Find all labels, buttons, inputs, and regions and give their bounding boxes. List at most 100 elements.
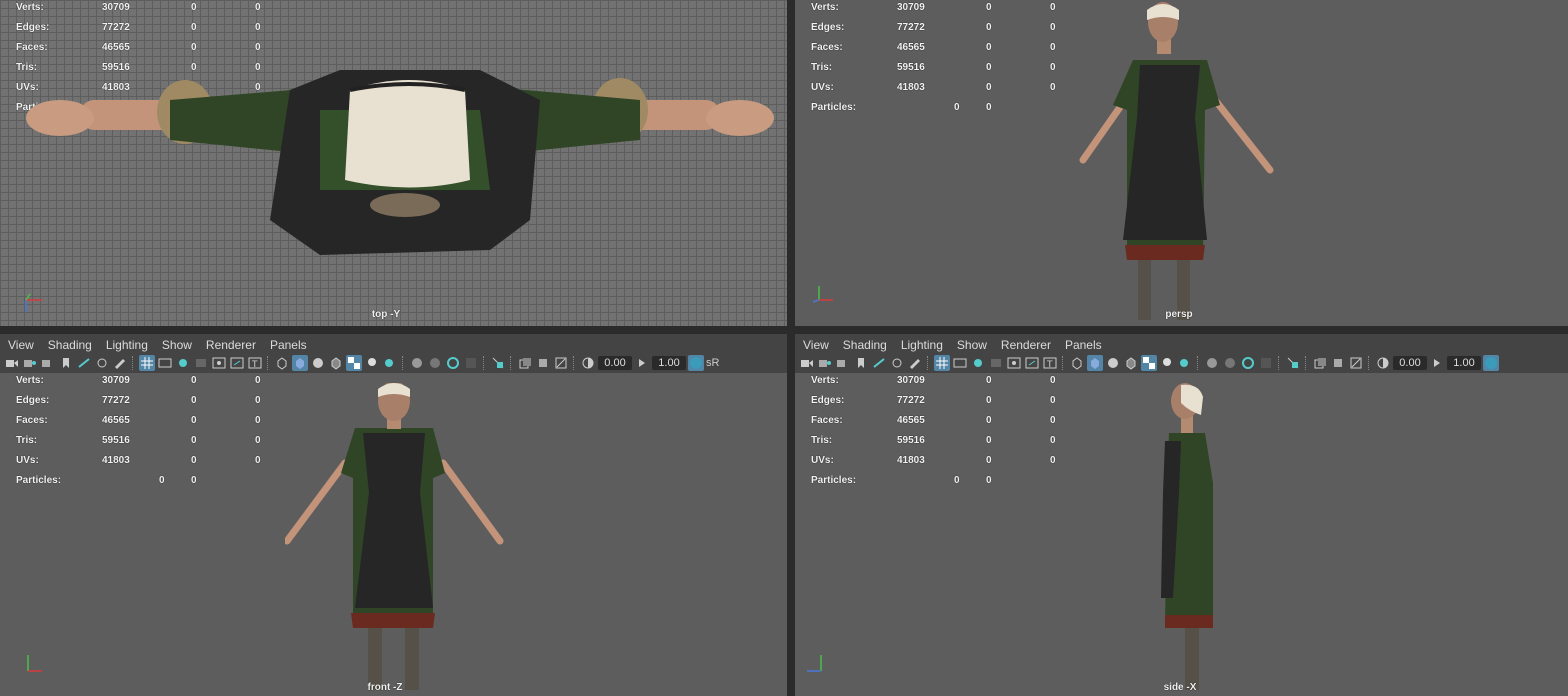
menu-lighting[interactable]: Lighting [901, 338, 943, 352]
grease-pencil-icon[interactable] [112, 355, 128, 371]
isolate-icon[interactable] [490, 355, 506, 371]
resolution-gate-icon[interactable] [970, 355, 986, 371]
character-front-view[interactable] [285, 383, 505, 696]
depth-of-field-icon[interactable] [463, 355, 479, 371]
xray-icon[interactable] [517, 355, 533, 371]
wireframe-cube-icon[interactable] [274, 355, 290, 371]
exposure-field[interactable]: 0.00 [598, 355, 632, 370]
gate-mask-icon[interactable] [193, 355, 209, 371]
camera-label-front: front -Z [367, 682, 403, 693]
color-manage-icon[interactable] [688, 354, 704, 371]
safe-title-icon[interactable]: T [1042, 355, 1058, 371]
light-icon[interactable] [1159, 355, 1175, 371]
axis-gizmo [807, 655, 822, 672]
wireframe-on-shaded-icon[interactable] [328, 355, 344, 371]
multisample-aa-icon[interactable] [445, 355, 461, 371]
two-d-pan-icon[interactable] [889, 355, 905, 371]
xray-icon[interactable] [1312, 355, 1328, 371]
wireframe-on-shaded-icon[interactable] [1123, 355, 1139, 371]
shadow-icon[interactable] [1177, 355, 1193, 371]
toolbar-separator [1368, 355, 1371, 370]
color-manage-icon[interactable] [1483, 354, 1499, 371]
exposure-field[interactable]: 0.00 [1393, 355, 1427, 370]
exposure-icon[interactable] [1375, 355, 1391, 371]
camera-attributes-icon[interactable] [22, 355, 38, 371]
camera-attributes-icon[interactable] [817, 355, 833, 371]
menu-panels[interactable]: Panels [1065, 338, 1102, 352]
motion-blur-icon[interactable] [1222, 355, 1238, 371]
gamma-field[interactable]: 1.00 [1447, 355, 1481, 370]
menu-shading[interactable]: Shading [843, 338, 887, 352]
exposure-icon[interactable] [580, 355, 596, 371]
panel-toolbar-side: T 0.00 1.00 [795, 352, 1568, 374]
toolbar-separator [483, 355, 486, 370]
textured-icon[interactable] [346, 354, 362, 371]
axis-gizmo [812, 286, 833, 303]
camera-icon[interactable] [799, 355, 815, 371]
depth-of-field-icon[interactable] [1258, 355, 1274, 371]
menu-renderer[interactable]: Renderer [206, 338, 256, 352]
multisample-aa-icon[interactable] [1240, 355, 1256, 371]
grid-icon[interactable] [934, 354, 950, 371]
character-side-view[interactable] [1155, 383, 1225, 696]
resolution-gate-icon[interactable] [175, 355, 191, 371]
xray-components-icon[interactable] [553, 355, 569, 371]
smooth-shade-icon[interactable] [292, 354, 308, 371]
viewport-top[interactable]: Verts: 30709 0 0 Edges: 77272 0 0 Faces: 46565 0… [0, 0, 787, 326]
menu-renderer[interactable]: Renderer [1001, 338, 1051, 352]
camera-icon[interactable] [4, 355, 20, 371]
image-plane-icon[interactable] [76, 355, 92, 371]
menu-lighting[interactable]: Lighting [106, 338, 148, 352]
textured-icon[interactable] [1141, 354, 1157, 371]
bookmark-icon[interactable] [853, 355, 869, 371]
toolbar-separator [1305, 355, 1308, 370]
safe-title-icon[interactable]: T [247, 355, 263, 371]
field-chart-icon[interactable] [211, 355, 227, 371]
wireframe-cube-icon[interactable] [1069, 355, 1085, 371]
menu-show[interactable]: Show [957, 338, 987, 352]
xray-joints-icon[interactable] [1330, 355, 1346, 371]
gate-mask-icon[interactable] [988, 355, 1004, 371]
motion-blur-icon[interactable] [427, 355, 443, 371]
gamma-icon[interactable] [1429, 355, 1445, 371]
field-chart-icon[interactable] [1006, 355, 1022, 371]
smooth-shade-icon[interactable] [1087, 354, 1103, 371]
character-top-view[interactable] [20, 60, 780, 270]
axis-gizmo [25, 293, 42, 312]
toolbar-separator [402, 355, 405, 370]
ambient-occlusion-icon[interactable] [409, 355, 425, 371]
menu-shading[interactable]: Shading [48, 338, 92, 352]
gamma-field[interactable]: 1.00 [652, 355, 686, 370]
image-plane-icon[interactable] [871, 355, 887, 371]
two-d-pan-icon[interactable] [94, 355, 110, 371]
light-icon[interactable] [364, 355, 380, 371]
gamma-icon[interactable] [634, 355, 650, 371]
xray-components-icon[interactable] [1348, 355, 1364, 371]
safe-action-icon[interactable] [229, 355, 245, 371]
toolbar-separator [1278, 355, 1281, 370]
toolbar-separator [927, 355, 930, 370]
character-persp-view[interactable] [1075, 0, 1275, 326]
film-gate-icon[interactable] [952, 355, 968, 371]
isolate-icon[interactable] [1285, 355, 1301, 371]
camera-lock-icon[interactable] [40, 355, 56, 371]
xray-joints-icon[interactable] [535, 355, 551, 371]
grease-pencil-icon[interactable] [907, 355, 923, 371]
default-material-icon[interactable] [1105, 355, 1121, 371]
menu-view[interactable]: View [803, 338, 829, 352]
shadow-icon[interactable] [382, 355, 398, 371]
viewport-persp[interactable]: Verts: 30709 0 0 Edges: 77272 0 0 Faces: 46565 0… [795, 0, 1568, 326]
menu-panels[interactable]: Panels [270, 338, 307, 352]
camera-lock-icon[interactable] [835, 355, 851, 371]
grid-icon[interactable] [139, 354, 155, 371]
bookmark-icon[interactable] [58, 355, 74, 371]
film-gate-icon[interactable] [157, 355, 173, 371]
viewport-front[interactable]: Verts: 30709 0 0 Edges: 77272 0 0 Faces: 46565 0… [0, 373, 787, 696]
menu-show[interactable]: Show [162, 338, 192, 352]
menu-view[interactable]: View [8, 338, 34, 352]
ambient-occlusion-icon[interactable] [1204, 355, 1220, 371]
viewport-side[interactable]: Verts: 30709 0 0 Edges: 77272 0 0 Faces: 46565 0… [795, 373, 1568, 696]
safe-action-icon[interactable] [1024, 355, 1040, 371]
camera-label-top: top -Y [371, 309, 401, 320]
default-material-icon[interactable] [310, 355, 326, 371]
